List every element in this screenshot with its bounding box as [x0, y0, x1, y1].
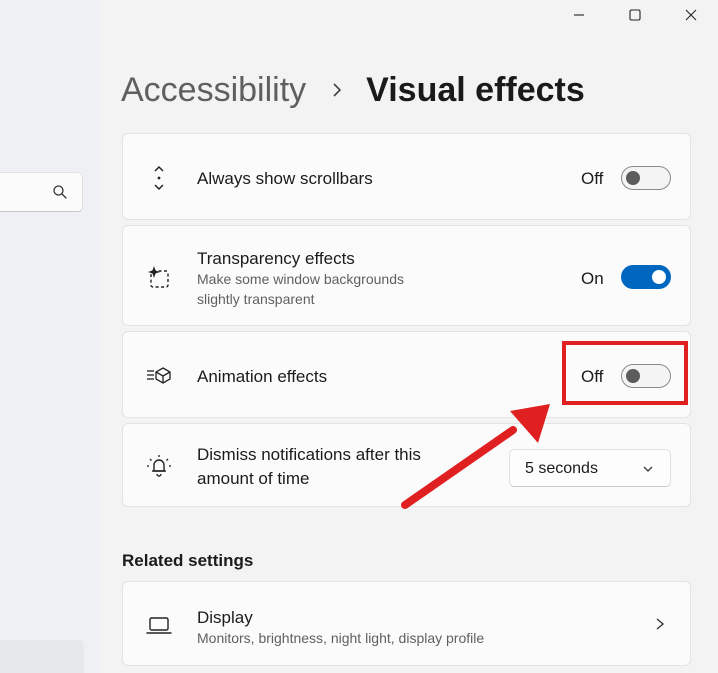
maximize-icon: [629, 9, 641, 21]
setting-description: Make some window backgrounds: [197, 271, 404, 287]
toggle-state-label: Off: [581, 169, 604, 188]
setting-title: Display: [197, 608, 253, 627]
scrollbars-toggle[interactable]: [621, 166, 671, 190]
maximize-button[interactable]: [607, 0, 663, 30]
setting-title: Transparency effects: [197, 249, 355, 268]
close-button[interactable]: [663, 0, 718, 30]
breadcrumb-parent-link[interactable]: Accessibility: [121, 71, 306, 110]
setting-title: Animation effects: [197, 367, 328, 386]
search-input[interactable]: [0, 172, 83, 212]
chevron-right-icon: [656, 618, 665, 630]
setting-title-line1: Dismiss notifications after this: [197, 445, 421, 464]
highlight-box: [562, 341, 688, 405]
minimize-button[interactable]: [551, 0, 607, 30]
breadcrumb: Accessibility Visual effects: [121, 68, 585, 112]
chevron-right-icon: [333, 83, 342, 97]
laptop-icon: [146, 617, 172, 634]
search-icon: [53, 185, 67, 199]
toggle-state-label: On: [581, 269, 604, 288]
page-title: Visual effects: [366, 70, 585, 109]
related-display-link[interactable]: Display Monitors, brightness, night ligh…: [122, 581, 691, 666]
animation-cube-icon: [147, 367, 171, 384]
bell-ringing-icon: [147, 455, 171, 477]
setting-description: Monitors, brightness, night light, displ…: [197, 630, 485, 646]
transparency-sparkle-icon: [148, 266, 169, 288]
navigation-pane: [0, 0, 100, 673]
setting-transparency: Transparency effects Make some window ba…: [122, 225, 691, 326]
scroll-arrows-icon: [154, 165, 164, 191]
close-icon: [685, 9, 697, 21]
setting-title-line2: amount of time: [197, 469, 310, 488]
pointer-arrow: [401, 404, 550, 509]
setting-title: Always show scrollbars: [197, 169, 373, 188]
setting-scrollbars: Always show scrollbars Off: [122, 133, 691, 220]
chevron-down-icon: [643, 466, 653, 472]
related-settings-heading: Related settings: [122, 551, 254, 570]
minimize-icon: [574, 14, 584, 16]
setting-description: slightly transparent: [197, 291, 315, 307]
transparency-toggle[interactable]: [621, 265, 671, 289]
nav-item-partial[interactable]: [0, 640, 84, 673]
